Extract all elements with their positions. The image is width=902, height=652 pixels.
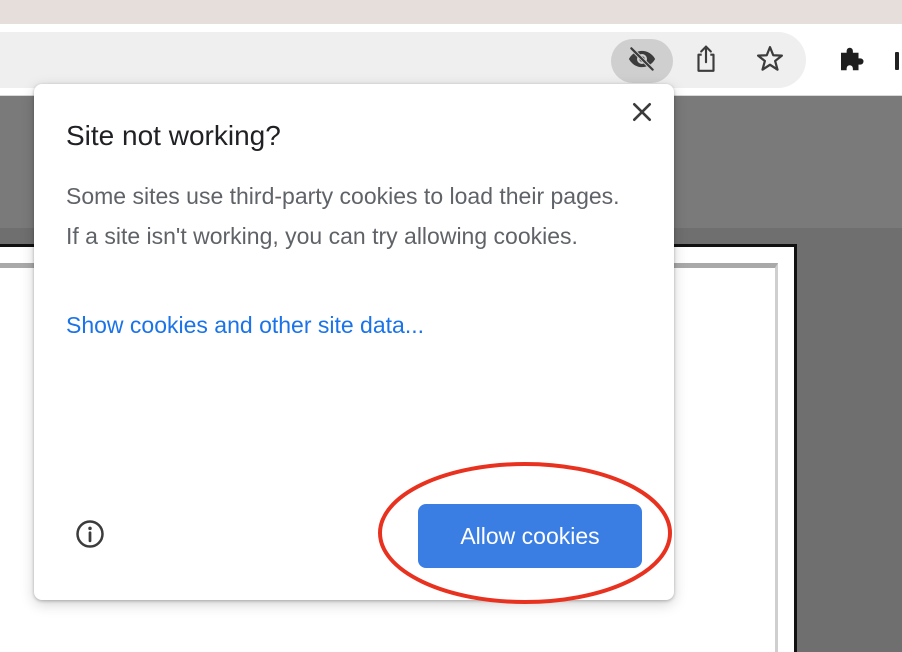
info-button[interactable] — [72, 518, 108, 554]
show-cookies-link[interactable]: Show cookies and other site data... — [66, 312, 424, 339]
window-titlebar — [0, 0, 902, 24]
cookies-popup: Site not working? Some sites use third-p… — [34, 84, 674, 600]
close-button[interactable] — [626, 98, 658, 130]
close-icon — [631, 101, 653, 128]
popup-title: Site not working? — [66, 120, 281, 151]
bookmark-button[interactable] — [748, 39, 792, 83]
extensions-button[interactable] — [829, 39, 873, 83]
third-party-cookies-blocked-button[interactable] — [611, 39, 673, 83]
screen: Site not working? Some sites use third-p… — [0, 0, 902, 652]
star-icon — [755, 44, 785, 79]
share-icon — [693, 44, 719, 79]
eye-slash-icon — [627, 44, 657, 79]
profile-button-edge[interactable] — [895, 52, 899, 70]
allow-cookies-button[interactable]: Allow cookies — [418, 504, 642, 568]
info-icon — [75, 519, 105, 554]
popup-description: Some sites use third-party cookies to lo… — [66, 183, 620, 249]
share-button[interactable] — [684, 39, 728, 83]
puzzle-icon — [836, 44, 866, 79]
